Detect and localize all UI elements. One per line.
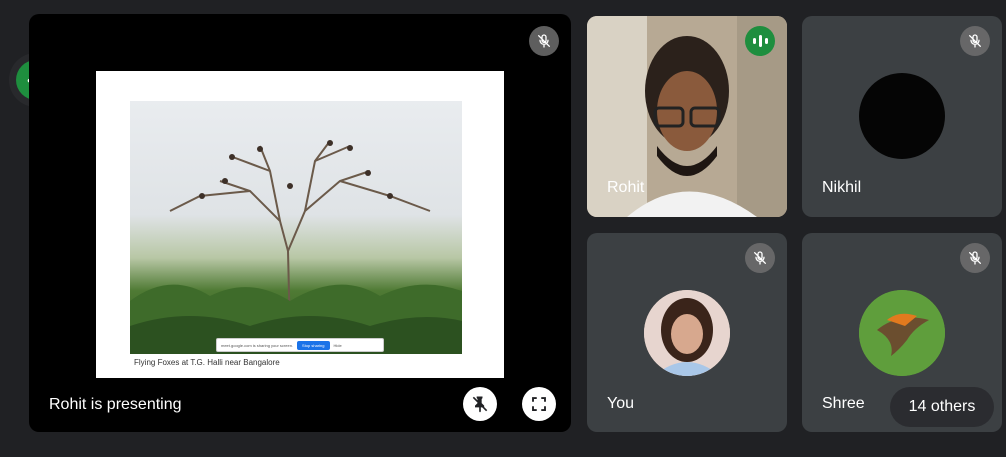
avatar — [859, 73, 945, 159]
unpin-button[interactable] — [463, 387, 497, 421]
mic-off-icon — [960, 26, 990, 56]
sharing-notice-bar: meet.google.com is sharing your screen. … — [216, 338, 384, 352]
sharing-notice-text: meet.google.com is sharing your screen. — [221, 342, 294, 348]
fullscreen-button[interactable] — [522, 387, 556, 421]
participant-tile-nikhil[interactable]: Nikhil — [802, 16, 1002, 217]
slide-caption: Flying Foxes at T.G. Halli near Bangalor… — [134, 358, 280, 367]
others-count-button[interactable]: 14 others — [890, 387, 994, 427]
presentation-tile[interactable]: meet.google.com is sharing your screen. … — [29, 14, 571, 432]
participant-tile-rohit[interactable]: Rohit — [587, 16, 787, 217]
participant-name: Rohit — [607, 179, 645, 196]
participant-name: Nikhil — [822, 179, 862, 196]
stop-sharing-button[interactable]: Stop sharing — [297, 340, 330, 350]
avatar — [644, 290, 730, 376]
presenting-label: Rohit is presenting — [49, 396, 182, 413]
avatar — [859, 290, 945, 376]
participant-tile-you[interactable]: You — [587, 233, 787, 432]
mic-off-icon — [745, 243, 775, 273]
unpin-icon — [472, 396, 488, 413]
mic-off-icon — [960, 243, 990, 273]
mic-off-icon — [529, 26, 559, 56]
slide-photo — [130, 101, 462, 354]
speaking-indicator-icon — [745, 26, 775, 56]
shared-slide: meet.google.com is sharing your screen. … — [96, 71, 504, 378]
fullscreen-icon — [532, 397, 546, 411]
participant-name: Shree — [822, 395, 865, 412]
participant-name: You — [607, 395, 634, 412]
hide-button[interactable]: Hide — [334, 343, 342, 348]
